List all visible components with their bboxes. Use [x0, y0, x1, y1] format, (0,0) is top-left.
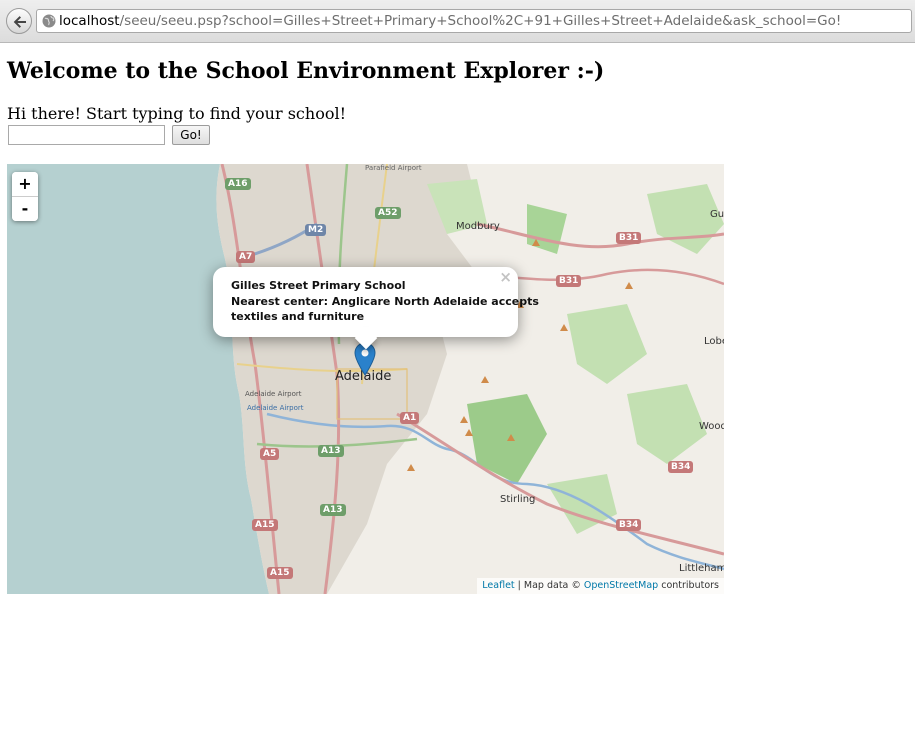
road-shield-a52: A52 — [375, 207, 401, 219]
close-icon[interactable]: × — [499, 269, 512, 286]
popup-nearest-center: Nearest center: Anglicare North Adelaide… — [231, 294, 539, 308]
back-button[interactable] — [6, 8, 32, 34]
place-label-gu: Gu — [710, 209, 724, 220]
attribution-suffix: contributors — [658, 580, 719, 591]
road-shield-b34: B34 — [668, 461, 694, 473]
intro-text: Hi there! Start typing to find your scho… — [7, 104, 346, 123]
map-popup: × Gilles Street Primary School Nearest c… — [213, 267, 539, 350]
road-shield-b31: B31 — [556, 275, 582, 287]
road-shield-a13: A13 — [318, 445, 344, 457]
place-label-parafield-airport: Parafield Airport — [365, 164, 422, 172]
road-shield-b31: B31 — [616, 232, 642, 244]
road-shield-a15: A15 — [252, 519, 278, 531]
globe-icon — [42, 14, 56, 28]
road-shield-a16: A16 — [225, 178, 251, 190]
zoom-control: + - — [12, 172, 38, 221]
place-label-stirling: Stirling — [500, 494, 536, 505]
zoom-in-button[interactable]: + — [12, 172, 38, 196]
road-shield-a15: A15 — [267, 567, 293, 579]
road-shield-m2: M2 — [305, 224, 327, 236]
road-shield-a1: A1 — [400, 412, 420, 424]
zoom-out-button[interactable]: - — [12, 196, 38, 221]
place-label-adelaide-airport: Adelaide Airport — [245, 390, 302, 398]
place-label-lobe: Lobe — [704, 336, 724, 347]
place-label-littlehampton: Littleham — [679, 563, 724, 574]
road-shield-a13: A13 — [320, 504, 346, 516]
url-host: localhost — [59, 13, 120, 29]
map[interactable]: A16 A52 M2 A7 B31 B31 A1 A5 A13 A13 A15 … — [7, 164, 724, 594]
map-attribution: Leaflet | Map data © OpenStreetMap contr… — [477, 578, 724, 594]
road-shield-a7: A7 — [236, 251, 256, 263]
road-shield-a5: A5 — [260, 448, 280, 460]
openstreetmap-link[interactable]: OpenStreetMap — [584, 580, 658, 591]
page-title: Welcome to the School Environment Explor… — [7, 58, 605, 84]
place-label-modbury: Modbury — [456, 221, 500, 232]
attribution-separator: | Map data © — [514, 580, 584, 591]
address-bar[interactable]: localhost/seeu/seeu.psp?school=Gilles+St… — [36, 9, 912, 33]
arrow-left-icon — [13, 16, 26, 28]
popup-nearest-center-cont: textiles and furniture — [231, 310, 365, 323]
browser-toolbar: localhost/seeu/seeu.psp?school=Gilles+St… — [0, 0, 915, 43]
school-search-input[interactable] — [8, 125, 165, 145]
leaflet-link[interactable]: Leaflet — [482, 580, 514, 591]
popup-school-name: Gilles Street Primary School — [231, 279, 406, 292]
place-label-wood: Wood — [699, 421, 724, 432]
place-label-adelaide-airport: Adelaide Airport — [247, 404, 304, 412]
url-path: /seeu/seeu.psp?school=Gilles+Street+Prim… — [119, 13, 842, 29]
road-shield-b34: B34 — [616, 519, 642, 531]
go-button[interactable]: Go! — [172, 125, 210, 145]
